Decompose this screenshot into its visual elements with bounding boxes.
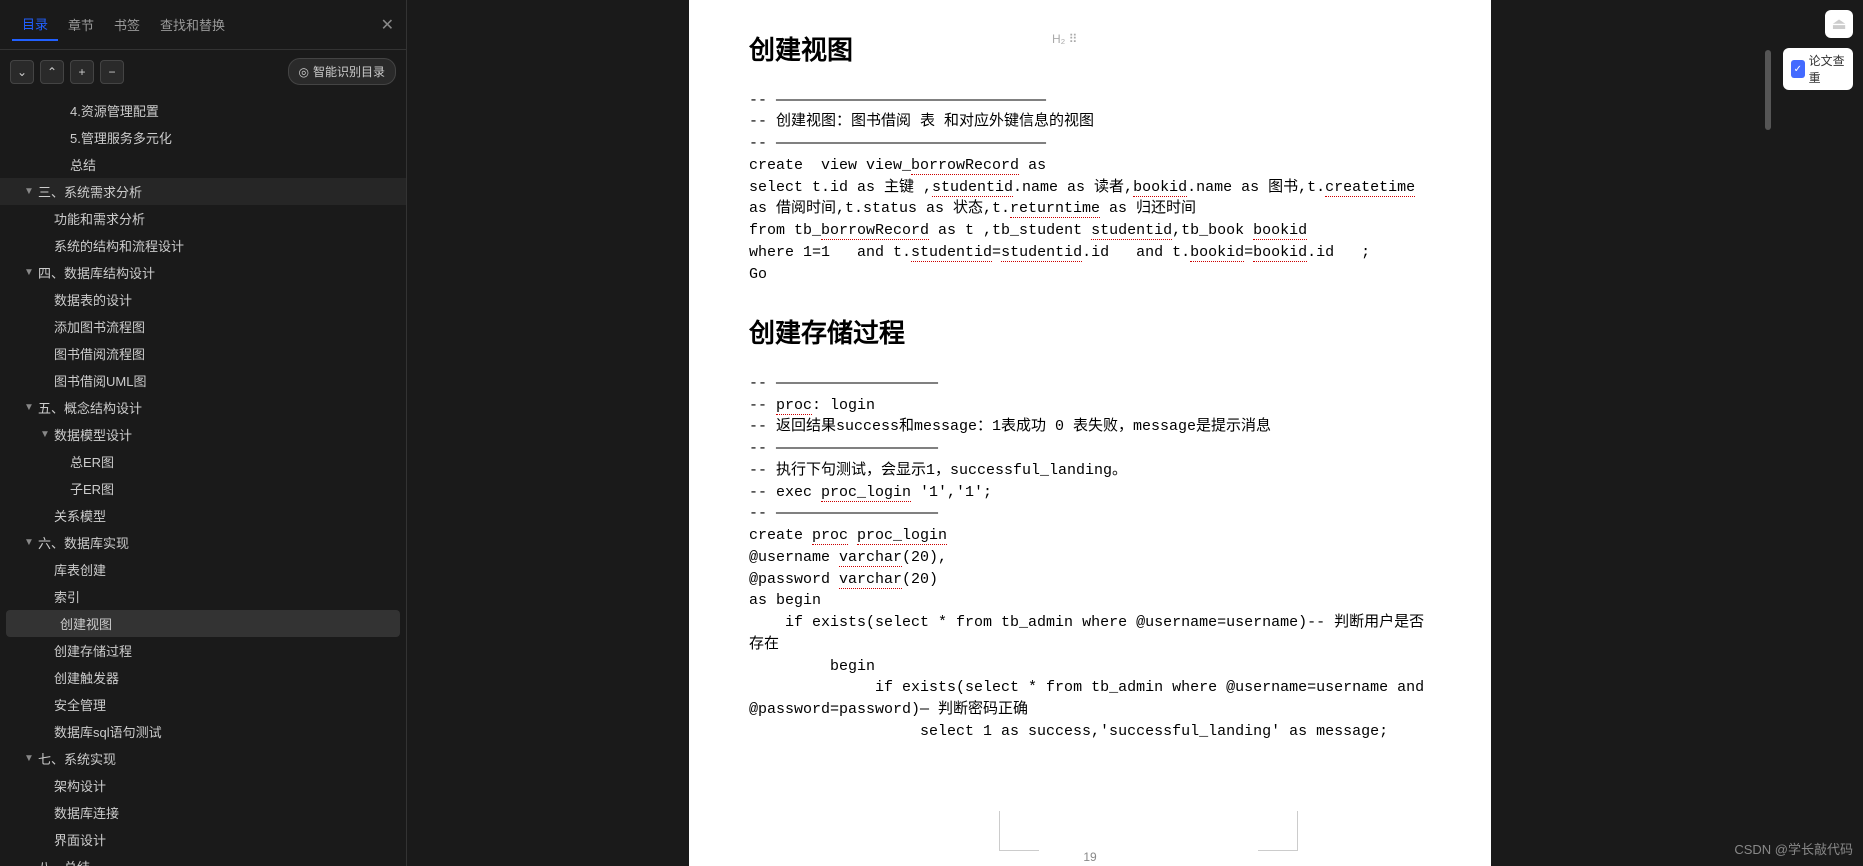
tree-item[interactable]: 架构设计 — [0, 772, 406, 799]
scrollbar-thumb[interactable] — [1765, 50, 1771, 130]
tree-item[interactable]: 数据库连接 — [0, 799, 406, 826]
plagiarism-check-button[interactable]: ✓ 论文查重 — [1783, 48, 1853, 90]
page-corner — [999, 811, 1039, 851]
check-label: 论文查重 — [1809, 52, 1845, 86]
chevron-icon[interactable]: ▼ — [24, 402, 38, 413]
tree-item-label: 子ER图 — [70, 479, 114, 498]
tree-item-label: 六、数据库实现 — [38, 533, 129, 552]
outline-tree[interactable]: 4.资源管理配置5.管理服务多元化总结▼三、系统需求分析功能和需求分析系统的结构… — [0, 93, 406, 866]
check-icon: ✓ — [1791, 60, 1805, 78]
heading-create-proc: 创建存储过程 — [749, 313, 1431, 355]
upload-icon: ⏏ — [1831, 14, 1846, 34]
tree-item-label: 关系模型 — [54, 506, 106, 525]
tree-item-label: 创建视图 — [60, 614, 112, 633]
chevron-icon[interactable]: ▼ — [24, 186, 38, 197]
tree-item[interactable]: 关系模型 — [0, 502, 406, 529]
target-icon: ◎ — [299, 65, 309, 79]
tree-item[interactable]: ▼六、数据库实现 — [0, 529, 406, 556]
tree-item[interactable]: 安全管理 — [0, 691, 406, 718]
tab-toc[interactable]: 目录 — [12, 8, 58, 41]
tree-item[interactable]: ▼三、系统需求分析 — [0, 178, 406, 205]
tree-item-label: 图书借阅流程图 — [54, 344, 145, 363]
sidebar: 目录 章节 书签 查找和替换 ✕ ⌄ ⌃ + − ◎ 智能识别目录 4.资源管理… — [0, 0, 407, 866]
tree-item-label: 5.管理服务多元化 — [70, 128, 172, 147]
tree-item[interactable]: 八、总结 — [0, 853, 406, 866]
tree-item[interactable]: 创建触发器 — [0, 664, 406, 691]
tree-item[interactable]: 总结 — [0, 151, 406, 178]
tree-item[interactable]: 库表创建 — [0, 556, 406, 583]
chevron-icon[interactable]: ▼ — [40, 429, 54, 440]
sidebar-tabs: 目录 章节 书签 查找和替换 ✕ — [0, 0, 406, 50]
close-icon[interactable]: ✕ — [381, 15, 394, 35]
tree-item[interactable]: ▼数据模型设计 — [0, 421, 406, 448]
collapse-button[interactable]: ⌃ — [40, 60, 64, 84]
tree-item-label: 架构设计 — [54, 776, 106, 795]
scrollbar[interactable] — [1765, 0, 1771, 866]
tree-item-label: 系统的结构和流程设计 — [54, 236, 184, 255]
expand-button[interactable]: ⌄ — [10, 60, 34, 84]
tree-item[interactable]: 数据表的设计 — [0, 286, 406, 313]
tree-item[interactable]: 索引 — [0, 583, 406, 610]
add-button[interactable]: + — [70, 60, 94, 84]
tree-item[interactable]: ▼四、数据库结构设计 — [0, 259, 406, 286]
smart-detect-button[interactable]: ◎ 智能识别目录 — [288, 58, 397, 85]
document-page[interactable]: 创建视图 -- ——————————————————————————————--… — [689, 0, 1491, 866]
tree-item[interactable]: 添加图书流程图 — [0, 313, 406, 340]
tree-item[interactable]: 功能和需求分析 — [0, 205, 406, 232]
tree-item-label: 功能和需求分析 — [54, 209, 145, 228]
tree-item-label: 数据表的设计 — [54, 290, 132, 309]
chevron-icon[interactable]: ▼ — [24, 753, 38, 764]
right-toolbar: ⏏ ✓ 论文查重 — [1773, 0, 1863, 866]
tree-item-label: 创建存储过程 — [54, 641, 132, 660]
tree-item-label: 七、系统实现 — [38, 749, 116, 768]
watermark: CSDN @学长敲代码 — [1734, 839, 1853, 858]
tree-item[interactable]: 4.资源管理配置 — [0, 97, 406, 124]
tree-item-label: 4.资源管理配置 — [70, 101, 159, 120]
heading-create-view: 创建视图 — [749, 30, 1431, 72]
tree-item-label: 创建触发器 — [54, 668, 119, 687]
tree-item-label: 总结 — [70, 155, 96, 174]
heading-level-badge[interactable]: H₂ ⠿ — [1052, 32, 1077, 46]
chevron-icon[interactable]: ▼ — [24, 537, 38, 548]
tree-item[interactable]: ▼七、系统实现 — [0, 745, 406, 772]
tree-item-label: 八、总结 — [38, 857, 90, 866]
page-number: 19 — [1083, 850, 1096, 864]
code-block-view: -- ——————————————————————————————-- 创建视图… — [749, 90, 1431, 286]
tree-item[interactable]: 图书借阅UML图 — [0, 367, 406, 394]
remove-button[interactable]: − — [100, 60, 124, 84]
tree-item[interactable]: 界面设计 — [0, 826, 406, 853]
tree-item[interactable]: 总ER图 — [0, 448, 406, 475]
tree-item-label: 数据库sql语句测试 — [54, 722, 162, 741]
chevron-icon[interactable]: ▼ — [24, 267, 38, 278]
tree-item[interactable]: 图书借阅流程图 — [0, 340, 406, 367]
tree-item[interactable]: 创建视图 — [6, 610, 400, 637]
smart-label: 智能识别目录 — [313, 63, 385, 80]
tree-item-label: 四、数据库结构设计 — [38, 263, 155, 282]
tree-item-label: 库表创建 — [54, 560, 106, 579]
code-block-proc: -- ——————————————————-- proc: login-- 返回… — [749, 373, 1431, 743]
tree-item-label: 五、概念结构设计 — [38, 398, 142, 417]
tree-item-label: 界面设计 — [54, 830, 106, 849]
page-corner — [1258, 811, 1298, 851]
tree-item-label: 数据库连接 — [54, 803, 119, 822]
tree-item[interactable]: 数据库sql语句测试 — [0, 718, 406, 745]
tree-item-label: 总ER图 — [70, 452, 114, 471]
tree-item-label: 索引 — [54, 587, 80, 606]
tree-item-label: 数据模型设计 — [54, 425, 132, 444]
tree-item-label: 三、系统需求分析 — [38, 182, 142, 201]
document-area: H₂ ⠿ 创建视图 -- ———————————————————————————… — [407, 0, 1773, 866]
tree-item[interactable]: 5.管理服务多元化 — [0, 124, 406, 151]
tree-item-label: 添加图书流程图 — [54, 317, 145, 336]
tree-item-label: 图书借阅UML图 — [54, 371, 146, 390]
sidebar-toolbar: ⌄ ⌃ + − ◎ 智能识别目录 — [0, 50, 406, 93]
tree-item[interactable]: ▼五、概念结构设计 — [0, 394, 406, 421]
tree-item-label: 安全管理 — [54, 695, 106, 714]
tree-item[interactable]: 子ER图 — [0, 475, 406, 502]
tab-bookmark[interactable]: 书签 — [104, 9, 150, 40]
tab-chapter[interactable]: 章节 — [58, 9, 104, 40]
tree-item[interactable]: 系统的结构和流程设计 — [0, 232, 406, 259]
tab-find[interactable]: 查找和替换 — [150, 9, 235, 40]
export-button[interactable]: ⏏ — [1825, 10, 1853, 38]
tree-item[interactable]: 创建存储过程 — [0, 637, 406, 664]
